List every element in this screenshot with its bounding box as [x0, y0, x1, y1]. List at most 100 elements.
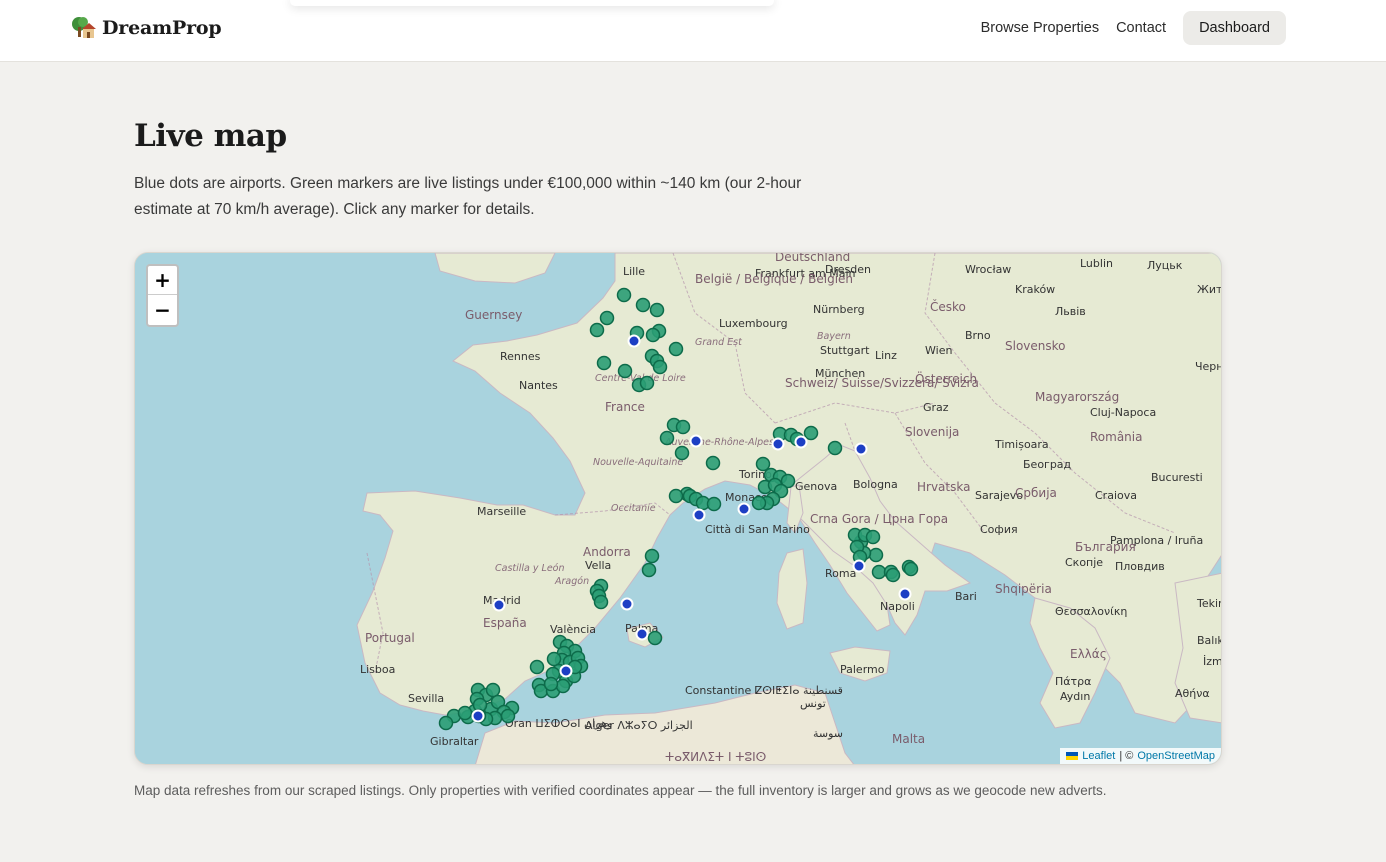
dashboard-button[interactable]: Dashboard: [1183, 11, 1286, 45]
listing-marker[interactable]: [903, 561, 919, 577]
airport-marker[interactable]: [737, 502, 751, 516]
map-label: Città di San Marino: [705, 523, 810, 536]
map-label: Чернівці: [1195, 360, 1222, 373]
zoom-out-button[interactable]: −: [148, 295, 177, 324]
map-label: Lisboa: [360, 663, 395, 676]
map-label: Србија: [1015, 486, 1057, 500]
map-label: Луцьк: [1147, 259, 1183, 272]
listing-marker[interactable]: [668, 488, 684, 504]
listing-marker[interactable]: [868, 547, 884, 563]
map-label: Craiova: [1095, 489, 1137, 502]
listing-marker[interactable]: [675, 419, 691, 435]
map-label: سوسة: [813, 727, 843, 740]
map-label: València: [550, 623, 596, 636]
listing-marker[interactable]: [529, 659, 545, 675]
map-label: Bucuresti: [1151, 471, 1203, 484]
map-label: Скопје: [1065, 556, 1103, 569]
listing-marker[interactable]: [589, 322, 605, 338]
listing-marker[interactable]: [457, 705, 473, 721]
airport-marker[interactable]: [898, 587, 912, 601]
map-label: Andorra: [583, 545, 631, 559]
map-label: Hrvatska: [917, 480, 970, 494]
map-label: Bologna: [853, 478, 898, 491]
leaflet-link[interactable]: Leaflet: [1082, 750, 1115, 762]
airport-marker[interactable]: [692, 508, 706, 522]
map-base-layer[interactable]: DeutschlandDresdenWrocławLublinЛуцькЖито…: [135, 253, 1222, 765]
map-label: Balıkesir: [1197, 634, 1222, 647]
listing-marker[interactable]: [659, 430, 675, 446]
brand-logo[interactable]: DreamProp: [70, 15, 222, 41]
airport-marker[interactable]: [620, 597, 634, 611]
airport-marker[interactable]: [492, 598, 506, 612]
openstreetmap-link[interactable]: OpenStreetMap: [1137, 750, 1215, 762]
map-label: Львів: [1055, 305, 1086, 318]
listing-marker[interactable]: [668, 341, 684, 357]
map-label: Житомир: [1197, 283, 1222, 296]
map-label: Stuttgart: [820, 344, 870, 357]
nav-browse-properties[interactable]: Browse Properties: [981, 20, 1099, 36]
map-label: Malta: [892, 732, 925, 746]
map-label: España: [483, 616, 527, 630]
main-nav: Browse Properties Contact Dashboard: [981, 11, 1286, 45]
listing-marker[interactable]: [599, 310, 615, 326]
map-label: Vella: [585, 559, 611, 572]
airport-marker[interactable]: [627, 334, 641, 348]
map-label: Roma: [825, 567, 856, 580]
map-label: Београд: [1023, 458, 1072, 471]
listing-marker[interactable]: [645, 327, 661, 343]
listing-marker[interactable]: [639, 375, 655, 391]
zoom-in-button[interactable]: +: [148, 266, 177, 295]
map-label: România: [1090, 430, 1142, 444]
map-label: Napoli: [880, 600, 915, 613]
map-label: Linz: [875, 349, 897, 362]
listing-marker[interactable]: [635, 297, 651, 313]
map-label: Wien: [925, 344, 952, 357]
map-label: Česko: [930, 299, 966, 314]
listing-marker[interactable]: [438, 715, 454, 731]
map-footnote: Map data refreshes from our scraped list…: [134, 783, 1107, 798]
listing-marker[interactable]: [500, 708, 516, 724]
listing-marker[interactable]: [751, 495, 767, 511]
listing-marker[interactable]: [644, 548, 660, 564]
listing-marker[interactable]: [674, 445, 690, 461]
listing-marker[interactable]: [706, 496, 722, 512]
listing-marker[interactable]: [871, 564, 887, 580]
airport-marker[interactable]: [771, 437, 785, 451]
airport-marker[interactable]: [635, 627, 649, 641]
airport-marker[interactable]: [794, 435, 808, 449]
airport-marker[interactable]: [559, 664, 573, 678]
map-label: België / Belgique / Belgien: [695, 272, 853, 286]
listing-marker[interactable]: [652, 359, 668, 375]
nav-contact[interactable]: Contact: [1116, 20, 1166, 36]
listing-marker[interactable]: [827, 440, 843, 456]
listing-marker[interactable]: [555, 678, 571, 694]
airport-marker[interactable]: [689, 434, 703, 448]
map-label: France: [605, 400, 645, 414]
airport-marker[interactable]: [854, 442, 868, 456]
map-label: Genova: [795, 480, 837, 493]
airport-marker[interactable]: [852, 559, 866, 573]
airport-marker[interactable]: [471, 709, 485, 723]
listing-marker[interactable]: [546, 651, 562, 667]
listing-marker[interactable]: [485, 682, 501, 698]
listing-marker[interactable]: [803, 425, 819, 441]
map-label: Αθήνα: [1175, 687, 1210, 700]
listing-marker[interactable]: [865, 529, 881, 545]
live-map[interactable]: DeutschlandDresdenWrocławLublinЛуцькЖито…: [134, 252, 1222, 765]
listing-marker[interactable]: [543, 676, 559, 692]
listing-marker[interactable]: [755, 456, 771, 472]
map-label: Bari: [955, 590, 977, 603]
listing-marker[interactable]: [617, 363, 633, 379]
listing-marker[interactable]: [885, 567, 901, 583]
listing-marker[interactable]: [647, 630, 663, 646]
listing-marker[interactable]: [705, 455, 721, 471]
listing-marker[interactable]: [593, 594, 609, 610]
map-label: Lublin: [1080, 257, 1113, 270]
map-attribution: Leaflet | © OpenStreetMap: [1060, 748, 1221, 764]
listing-marker[interactable]: [616, 287, 632, 303]
map-label: Bayern: [817, 331, 851, 342]
listing-marker[interactable]: [596, 355, 612, 371]
listing-marker[interactable]: [641, 562, 657, 578]
map-label: Luxembourg: [719, 317, 788, 330]
listing-marker[interactable]: [649, 302, 665, 318]
